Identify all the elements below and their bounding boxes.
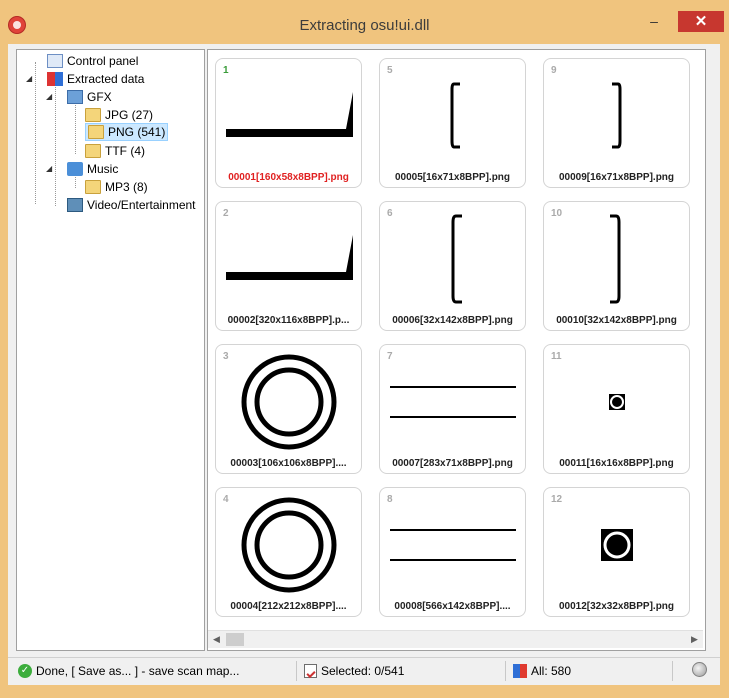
scroll-right-icon[interactable]: ▶ <box>686 631 703 648</box>
thumbnail-caption: 00007[283x71x8BPP].png <box>392 458 513 469</box>
tree-item-label: Control panel <box>67 54 139 68</box>
music-icon <box>67 162 83 176</box>
thumbnail-caption: 00001[160x58x8BPP].png <box>228 172 349 183</box>
status-all-text: All: 580 <box>531 664 572 678</box>
tree-item-label: PNG (541) <box>108 125 166 139</box>
tree-item-ttf[interactable]: TTF (4) <box>85 142 145 160</box>
tree-item-jpg[interactable]: JPG (27) <box>85 106 153 124</box>
gfx-icon <box>67 90 83 104</box>
control-panel-icon <box>47 54 63 68</box>
preview-ring-image <box>241 497 337 593</box>
thumbnail-caption: 00005[16x71x8BPP].png <box>394 172 511 183</box>
thumbnail-caption: 00003[106x106x8BPP].... <box>230 458 347 469</box>
selection-icon <box>304 664 317 678</box>
thumbnail-caption: 00004[212x212x8BPP].... <box>230 601 347 612</box>
thumbnail-tile[interactable]: 4 00004[212x212x8BPP].... <box>215 487 362 617</box>
tree-item-video[interactable]: Video/Entertainment <box>67 196 196 214</box>
preview-ring-image <box>241 354 337 450</box>
preview-dot-image <box>609 394 625 410</box>
collapse-triangle-icon[interactable]: ◢ <box>26 74 32 83</box>
blocks-icon <box>513 664 527 678</box>
minimize-button[interactable]: – <box>640 10 668 32</box>
status-done-text: Done, [ Save as... ] - save scan map... <box>36 664 240 678</box>
thumbnail-caption: 00009[16x71x8BPP].png <box>558 172 675 183</box>
folder-icon <box>85 180 101 194</box>
thumbnail-tile[interactable]: 3 00003[106x106x8BPP].... <box>215 344 362 474</box>
video-icon <box>67 198 83 212</box>
collapse-triangle-icon[interactable]: ◢ <box>46 164 52 173</box>
scroll-left-icon[interactable]: ◀ <box>208 631 225 648</box>
tree-connector <box>55 80 56 206</box>
thumbnail-tile[interactable]: 6 00006[32x142x8BPP].png <box>379 201 526 331</box>
tree-item-label: Music <box>87 162 119 176</box>
tree-item-label: GFX <box>87 90 112 104</box>
window-title: Extracting osu!ui.dll <box>299 17 430 34</box>
folder-open-icon <box>88 125 104 139</box>
title-bar[interactable]: Extracting osu!ui.dll – ✕ <box>0 0 729 44</box>
horizontal-scrollbar[interactable]: ◀ ▶ <box>208 630 703 648</box>
preview-ramp-image <box>226 92 353 137</box>
status-led-icon <box>692 662 707 677</box>
thumbnail-tile[interactable]: 9 00009[16x71x8BPP].png <box>543 58 690 188</box>
status-separator <box>672 661 673 681</box>
thumbnail-tile[interactable]: 7 00007[283x71x8BPP].png <box>379 344 526 474</box>
thumbnail-tile[interactable]: 11 00011[16x16x8BPP].png <box>543 344 690 474</box>
status-done[interactable]: ✓ Done, [ Save as... ] - save scan map..… <box>18 662 239 680</box>
preview-ramp-image <box>226 235 353 280</box>
thumbnail-tile[interactable]: 12 00012[32x32x8BPP].png <box>543 487 690 617</box>
tree-item-label: Video/Entertainment <box>87 198 196 212</box>
status-selected: Selected: 0/541 <box>304 662 404 680</box>
status-separator <box>505 661 506 681</box>
thumbnail-caption: 00006[32x142x8BPP].png <box>392 315 513 326</box>
close-button[interactable]: ✕ <box>678 11 724 32</box>
thumbnail-tile[interactable]: 10 00010[32x142x8BPP].png <box>543 201 690 331</box>
preview-bracket-image <box>451 214 462 304</box>
preview-bar-image <box>390 386 516 418</box>
thumbnail-tile[interactable]: 2 00002[320x116x8BPP].p... <box>215 201 362 331</box>
tree-item-label: MP3 (8) <box>105 180 148 194</box>
status-all: All: 580 <box>513 662 571 680</box>
tree-connector <box>75 100 76 154</box>
preview-bracket-image <box>610 214 621 304</box>
tree-item-gfx[interactable]: GFX <box>67 88 112 106</box>
tree-item-label: Extracted data <box>67 72 145 86</box>
status-separator <box>296 661 297 681</box>
thumbnail-caption: 00002[320x116x8BPP].p... <box>227 315 350 326</box>
tree-item-extracted-data[interactable]: Extracted data <box>47 70 144 88</box>
preview-dot-image <box>601 529 633 561</box>
thumbnail-grid[interactable]: 1 00001[160x58x8BPP].png 5 00005[16x71x8… <box>207 49 706 651</box>
scroll-thumb[interactable] <box>226 633 244 646</box>
check-icon: ✓ <box>18 664 32 678</box>
tree-item-mp3[interactable]: MP3 (8) <box>85 178 148 196</box>
collapse-triangle-icon[interactable]: ◢ <box>46 92 52 101</box>
folder-icon <box>85 108 101 122</box>
thumbnail-tile[interactable]: 8 00008[566x142x8BPP].... <box>379 487 526 617</box>
folder-icon <box>85 144 101 158</box>
tree-pane[interactable]: Control panel ◢ Extracted data ◢ GFX JPG… <box>16 49 205 651</box>
status-selected-text: Selected: 0/541 <box>321 664 405 678</box>
tree-item-control-panel[interactable]: Control panel <box>47 52 138 70</box>
thumbnail-tile[interactable]: 1 00001[160x58x8BPP].png <box>215 58 362 188</box>
preview-bracket-image <box>450 82 460 149</box>
thumbnail-caption: 00010[32x142x8BPP].png <box>556 315 677 326</box>
thumbnail-caption: 00012[32x32x8BPP].png <box>558 601 675 612</box>
preview-bracket-image <box>612 82 622 149</box>
preview-bar-image <box>390 529 516 561</box>
tree-item-label: JPG (27) <box>105 108 154 122</box>
thumbnail-tile[interactable]: 5 00005[16x71x8BPP].png <box>379 58 526 188</box>
extracted-data-icon <box>47 72 63 86</box>
tree-item-png[interactable]: PNG (541) <box>85 123 169 141</box>
tree-item-music[interactable]: Music <box>67 160 118 178</box>
thumbnail-caption: 00008[566x142x8BPP].... <box>394 601 511 612</box>
tree-connector <box>35 62 36 204</box>
status-bar: ✓ Done, [ Save as... ] - save scan map..… <box>8 657 720 684</box>
thumbnail-caption: 00011[16x16x8BPP].png <box>559 458 674 469</box>
tree-item-label: TTF (4) <box>105 144 145 158</box>
